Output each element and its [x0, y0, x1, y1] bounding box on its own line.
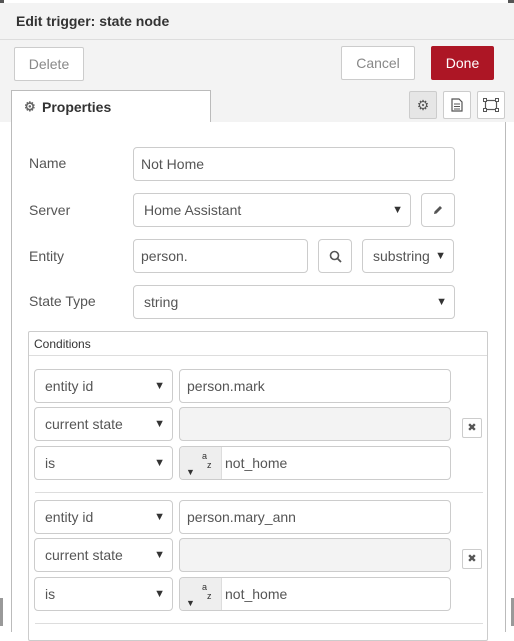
delete-button[interactable]: Delete	[14, 47, 84, 81]
server-select-value: Home Assistant	[144, 202, 242, 218]
caret-down-icon: ▼	[186, 467, 195, 477]
chevron-down-icon: ▼	[435, 250, 446, 262]
chevron-down-icon: ▼	[392, 204, 403, 216]
chevron-down-icon: ▼	[154, 549, 165, 561]
condition-operator-select[interactable]: is ▼	[34, 446, 173, 480]
server-select[interactable]: Home Assistant ▼	[133, 193, 411, 227]
properties-panel: Name Not Home Server Home Assistant ▼ En…	[11, 122, 506, 641]
chevron-down-icon: ▼	[154, 457, 165, 469]
condition-separator	[35, 623, 483, 624]
file-icon	[451, 98, 463, 112]
tab-properties[interactable]: ⚙ Properties	[11, 90, 211, 123]
dialog-header: Edit trigger: state node	[0, 3, 514, 40]
tab-properties-label: Properties	[42, 99, 112, 115]
state-type-select[interactable]: string ▼	[133, 285, 455, 319]
condition-value-input[interactable]: person.mark	[179, 369, 451, 403]
pencil-icon	[434, 206, 442, 214]
properties-tab-button[interactable]: ⚙	[409, 91, 437, 119]
condition-type-select[interactable]: entity id ▼	[34, 369, 173, 403]
condition-type-select[interactable]: entity id ▼	[34, 500, 173, 534]
value-type-button[interactable]: ▼ az	[180, 578, 222, 610]
conditions-title: Conditions	[29, 332, 487, 356]
remove-condition-button[interactable]: ✖	[462, 418, 482, 438]
condition-compare-select[interactable]: current state ▼	[34, 407, 173, 441]
condition-value-input[interactable]: person.mary_ann	[179, 500, 451, 534]
dialog-toolbar: Delete Cancel Done	[0, 40, 514, 88]
condition-operand-value: not_home	[225, 586, 288, 602]
server-label: Server	[29, 202, 71, 218]
remove-condition-button[interactable]: ✖	[462, 549, 482, 569]
entity-input[interactable]: person.	[133, 239, 308, 273]
search-icon	[329, 250, 342, 263]
frame-icon	[483, 98, 499, 112]
condition-type-value: entity id	[45, 378, 94, 394]
left-edge-marker	[0, 598, 3, 626]
close-icon: ✖	[467, 553, 477, 565]
name-label: Name	[29, 155, 67, 171]
entity-match-value: substring	[373, 248, 430, 264]
condition-compare-value: current state	[45, 547, 123, 563]
chevron-down-icon: ▼	[154, 511, 165, 523]
condition-compare-input[interactable]	[179, 407, 451, 441]
cancel-button[interactable]: Cancel	[341, 46, 415, 80]
condition-compare-input[interactable]	[179, 538, 451, 572]
entity-label: Entity	[29, 248, 65, 264]
condition-operator-value: is	[45, 586, 56, 602]
state-type-value: string	[144, 294, 179, 310]
chevron-down-icon: ▼	[154, 588, 165, 600]
condition-type-value: entity id	[45, 509, 94, 525]
entity-match-select[interactable]: substring ▼	[362, 239, 454, 273]
condition-operator-value: is	[45, 455, 56, 471]
condition-compare-select[interactable]: current state ▼	[34, 538, 173, 572]
caret-down-icon: ▼	[186, 598, 195, 608]
appearance-tab-button[interactable]	[477, 91, 505, 119]
chevron-down-icon: ▼	[154, 380, 165, 392]
condition-operand-input[interactable]: ▼ az not_home	[179, 446, 451, 480]
entity-search-button[interactable]	[318, 239, 352, 273]
gear-icon: ⚙	[416, 97, 430, 113]
condition-operand-value: not_home	[225, 455, 288, 471]
condition-separator	[35, 492, 483, 493]
tab-bar: ⚙ Properties ⚙	[0, 88, 514, 123]
dialog-title: Edit trigger: state node	[16, 13, 170, 29]
name-input[interactable]: Not Home	[133, 147, 455, 181]
close-icon: ✖	[467, 422, 477, 434]
done-button[interactable]: Done	[431, 46, 494, 80]
condition-operator-select[interactable]: is ▼	[34, 577, 173, 611]
conditions-container: Conditions entity id ▼ person.mark curre…	[28, 331, 488, 641]
edit-server-button[interactable]	[421, 193, 455, 227]
gear-icon: ⚙	[24, 99, 36, 114]
value-type-button[interactable]: ▼ az	[180, 447, 222, 479]
condition-operand-input[interactable]: ▼ az not_home	[179, 577, 451, 611]
chevron-down-icon: ▼	[436, 296, 447, 308]
state-type-label: State Type	[29, 293, 96, 309]
condition-compare-value: current state	[45, 416, 123, 432]
description-tab-button[interactable]	[443, 91, 471, 119]
chevron-down-icon: ▼	[154, 418, 165, 430]
